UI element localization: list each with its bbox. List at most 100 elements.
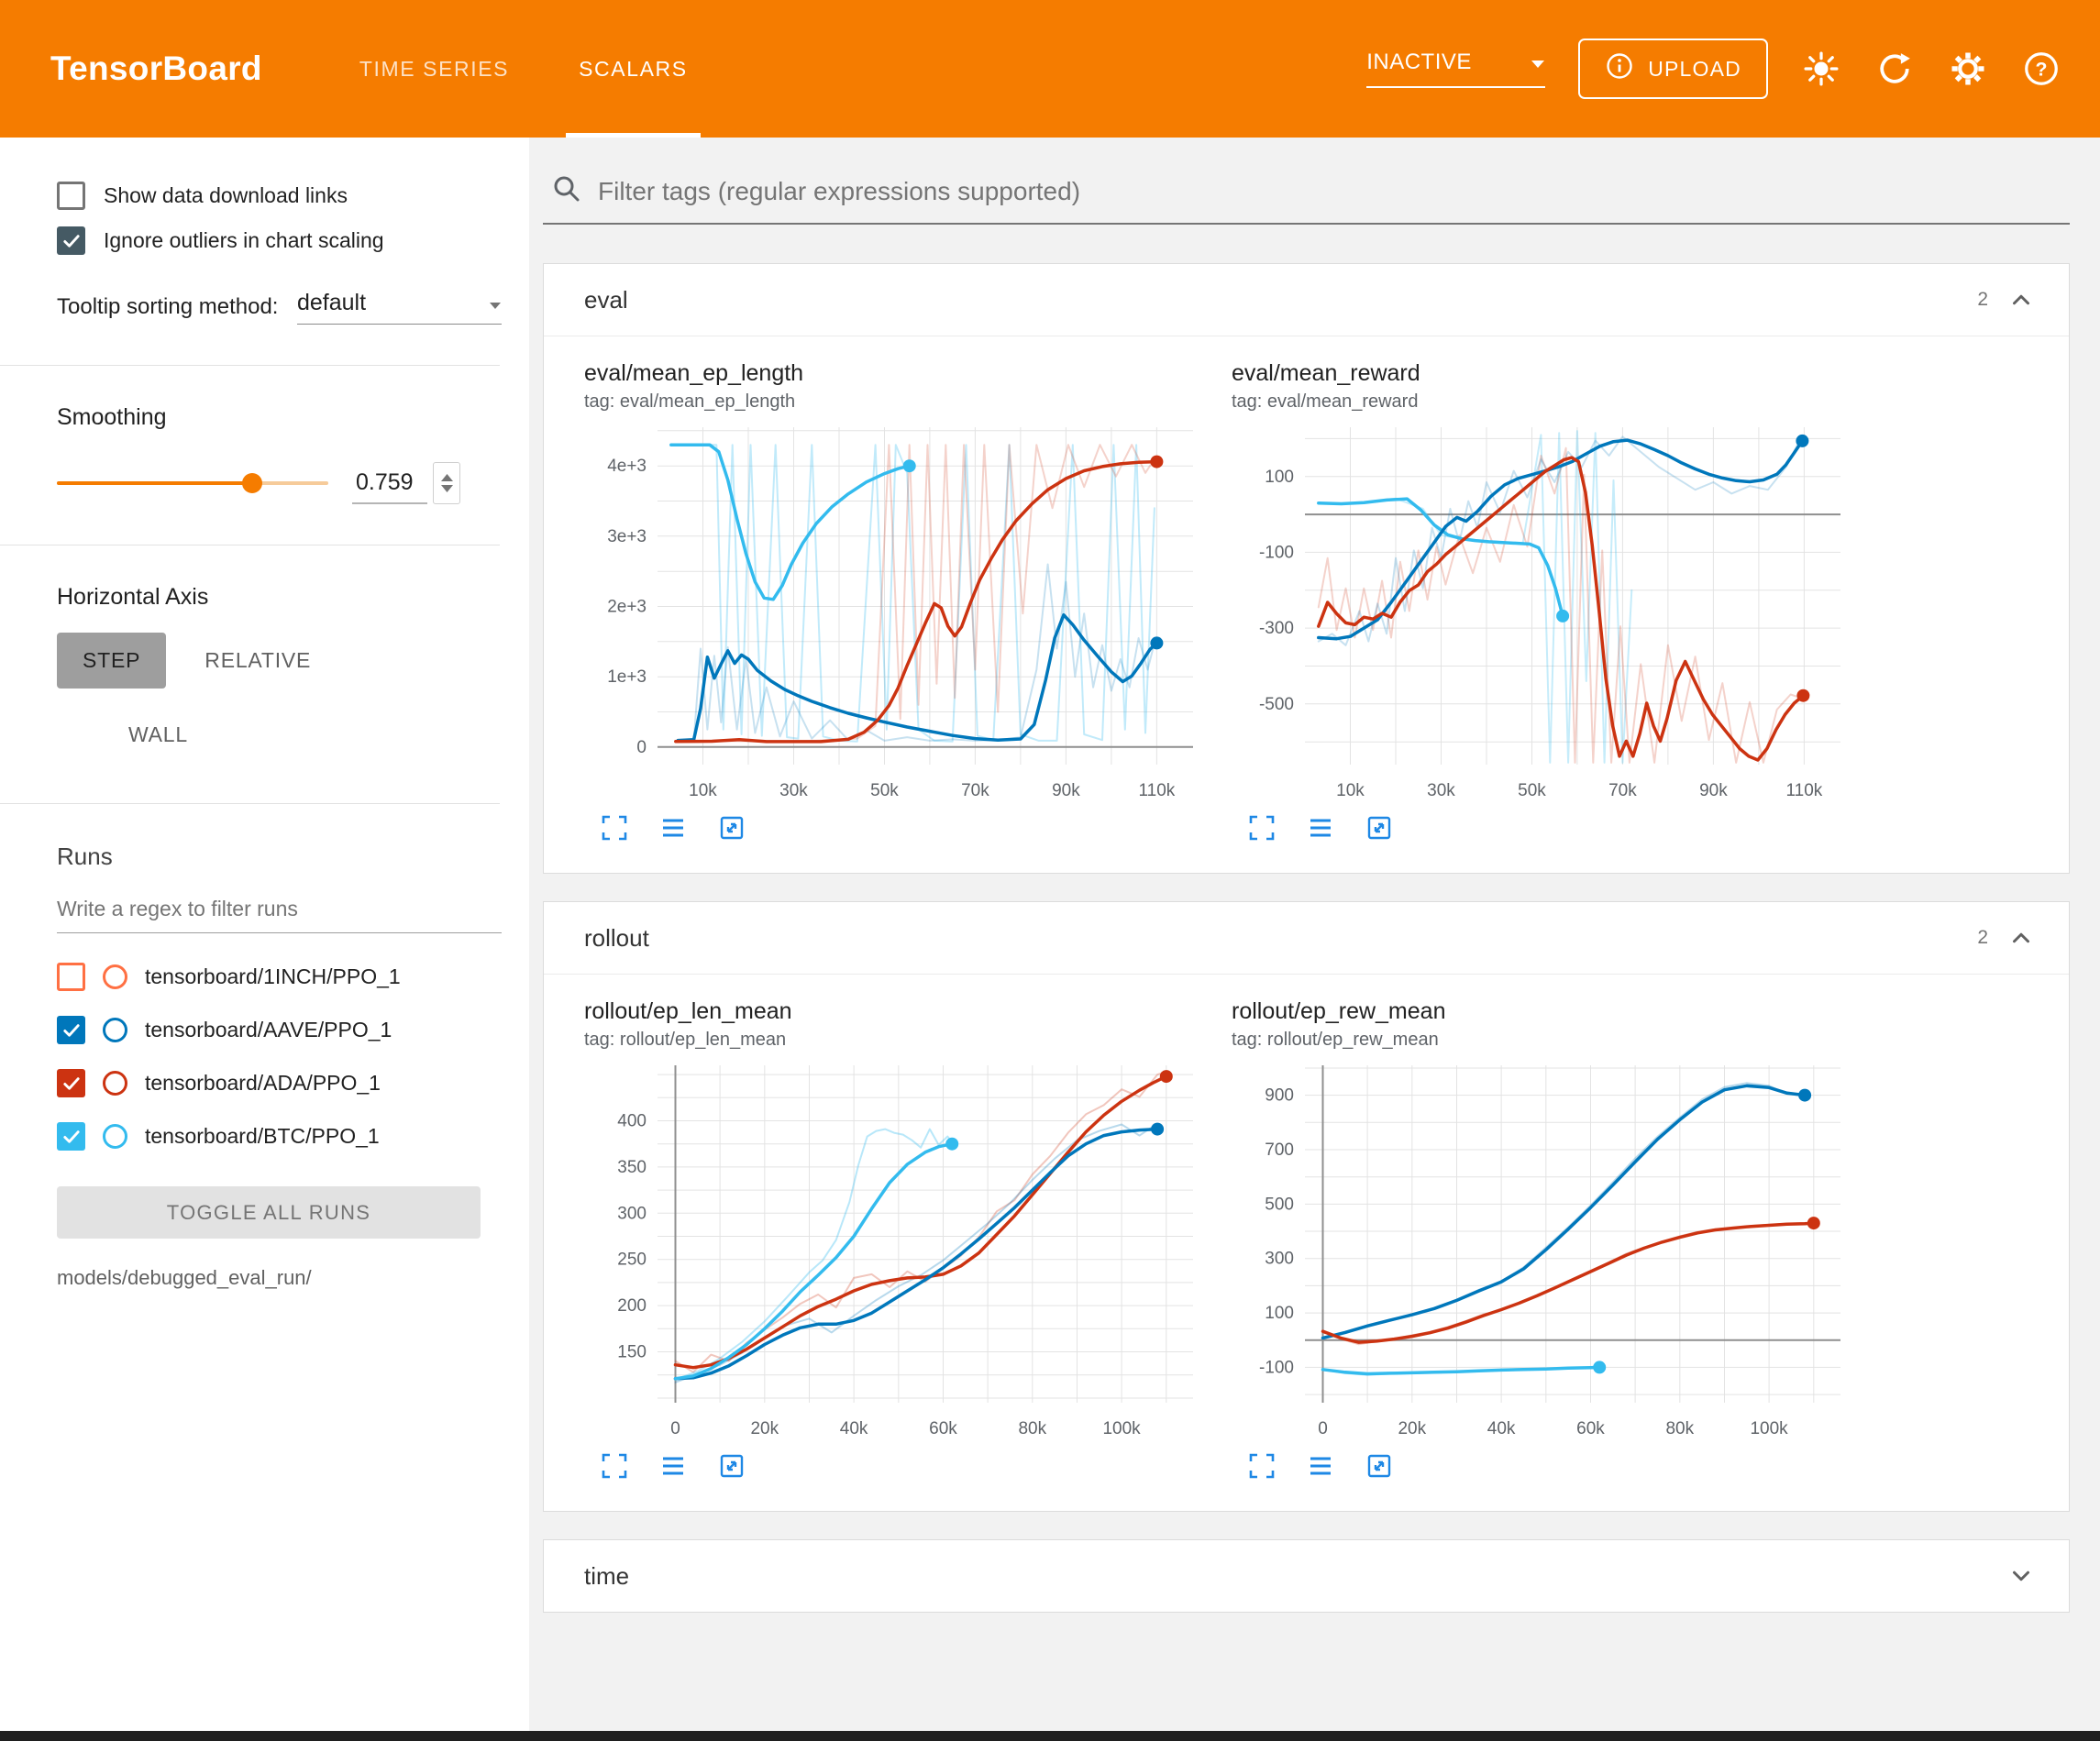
- expand-icon[interactable]: [597, 1449, 632, 1483]
- help-icon[interactable]: ?: [2021, 49, 2061, 89]
- upload-label: UPLOAD: [1648, 57, 1741, 82]
- run-color-radio[interactable]: [103, 964, 127, 989]
- ignore-outliers-checkbox[interactable]: Ignore outliers in chart scaling: [57, 226, 502, 255]
- run-row[interactable]: tensorboard/AAVE/PPO_1: [57, 1003, 502, 1056]
- checkbox-checked-icon[interactable]: [57, 226, 85, 255]
- topbar: TensorBoard TIME SERIES SCALARS INACTIVE…: [0, 0, 2100, 138]
- section-card-eval: eval 2 eval/mean_ep_length tag: eval/mea…: [543, 263, 2070, 874]
- run-color-radio[interactable]: [103, 1018, 127, 1042]
- chart-block-rollout-ep-len-mean: rollout/ep_len_mean tag: rollout/ep_len_…: [584, 998, 1221, 1483]
- svg-text:30k: 30k: [1427, 781, 1455, 800]
- chevron-up-icon[interactable]: [2005, 921, 2038, 954]
- chart-title: rollout/ep_rew_mean: [1232, 998, 1868, 1025]
- main-content: eval 2 eval/mean_ep_length tag: eval/mea…: [529, 138, 2100, 1741]
- runs-filter-input[interactable]: [57, 897, 502, 933]
- smoothing-slider[interactable]: [57, 473, 328, 493]
- slider-thumb[interactable]: [242, 473, 262, 493]
- run-list: tensorboard/1INCH/PPO_1 tensorboard/AAVE/…: [57, 950, 502, 1163]
- chart-toolbar: [1232, 810, 1868, 845]
- runs-base-path: models/debugged_eval_run/: [57, 1266, 502, 1290]
- run-label: tensorboard/ADA/PPO_1: [145, 1071, 381, 1096]
- expand-icon[interactable]: [1244, 1449, 1279, 1483]
- section-rollout-header[interactable]: rollout 2: [544, 902, 2069, 974]
- run-color-radio[interactable]: [103, 1124, 127, 1149]
- checkbox-label: Ignore outliers in chart scaling: [104, 228, 384, 253]
- tooltip-sorting-dropdown[interactable]: default: [297, 290, 502, 325]
- svg-text:500: 500: [1265, 1195, 1294, 1214]
- checkbox-label: Show data download links: [104, 183, 348, 208]
- run-row[interactable]: tensorboard/BTC/PPO_1: [57, 1109, 502, 1163]
- settings-icon[interactable]: [1948, 49, 1988, 89]
- svg-text:4e+3: 4e+3: [607, 457, 647, 476]
- run-checkbox[interactable]: [57, 1069, 85, 1097]
- status-dropdown[interactable]: INACTIVE: [1366, 50, 1545, 88]
- chevron-up-icon[interactable]: [2005, 283, 2038, 316]
- search-icon: [552, 174, 581, 208]
- tag-filter-input[interactable]: [596, 176, 2070, 207]
- fit-domain-icon[interactable]: [1362, 810, 1397, 845]
- run-checkbox[interactable]: [57, 1016, 85, 1044]
- svg-text:100k: 100k: [1750, 1419, 1788, 1438]
- horizontal-axis-label: Horizontal Axis: [57, 584, 502, 611]
- svg-text:-500: -500: [1259, 695, 1294, 714]
- chart-tag: tag: eval/mean_ep_length: [584, 391, 1221, 413]
- svg-text:80k: 80k: [1665, 1419, 1694, 1438]
- chart-canvas[interactable]: 10k30k50k70k90k110k01e+32e+33e+34e+3: [584, 416, 1221, 810]
- divider: [0, 365, 500, 366]
- chart-canvas[interactable]: 020k40k60k80k100k150200250300350400: [584, 1054, 1221, 1449]
- fit-domain-icon[interactable]: [714, 1449, 749, 1483]
- svg-text:30k: 30k: [779, 781, 808, 800]
- fit-domain-icon[interactable]: [1362, 1449, 1397, 1483]
- axis-wall-button[interactable]: WALL: [103, 707, 214, 763]
- svg-text:-100: -100: [1259, 543, 1294, 562]
- svg-text:40k: 40k: [840, 1419, 868, 1438]
- run-row[interactable]: tensorboard/1INCH/PPO_1: [57, 950, 502, 1003]
- topbar-actions: INACTIVE UPLOAD: [1366, 39, 2100, 99]
- tab-scalars[interactable]: SCALARS: [562, 0, 704, 138]
- svg-text:10k: 10k: [1336, 781, 1365, 800]
- number-spinner[interactable]: [433, 462, 460, 504]
- brightness-icon[interactable]: [1801, 49, 1841, 89]
- run-row[interactable]: tensorboard/ADA/PPO_1: [57, 1056, 502, 1109]
- app-title: TensorBoard: [50, 50, 262, 88]
- toggle-all-runs-button[interactable]: TOGGLE ALL RUNS: [57, 1186, 481, 1239]
- axis-relative-button[interactable]: RELATIVE: [179, 633, 337, 689]
- smoothing-value[interactable]: 0.759: [352, 468, 427, 504]
- section-time-header[interactable]: time: [544, 1540, 2069, 1612]
- chart-canvas[interactable]: 020k40k60k80k100k-100100300500700900: [1232, 1054, 1868, 1449]
- chart-toolbar: [584, 1449, 1221, 1483]
- run-checkbox[interactable]: [57, 1122, 85, 1151]
- data-table-icon[interactable]: [1303, 1449, 1338, 1483]
- checkbox-unchecked-icon[interactable]: [57, 182, 85, 210]
- refresh-icon[interactable]: [1874, 49, 1915, 89]
- run-color-radio[interactable]: [103, 1071, 127, 1096]
- upload-button[interactable]: UPLOAD: [1578, 39, 1768, 99]
- expand-icon[interactable]: [597, 810, 632, 845]
- divider: [0, 803, 500, 804]
- tab-time-series[interactable]: TIME SERIES: [343, 0, 525, 138]
- svg-text:3e+3: 3e+3: [607, 527, 647, 546]
- smoothing-value-box[interactable]: 0.759: [352, 462, 460, 504]
- chart-block-eval-mean-reward: eval/mean_reward tag: eval/mean_reward 1…: [1232, 360, 1868, 845]
- section-title: time: [584, 1562, 2005, 1591]
- run-checkbox[interactable]: [57, 963, 85, 991]
- section-eval-header[interactable]: eval 2: [544, 264, 2069, 336]
- axis-step-button[interactable]: STEP: [57, 633, 166, 689]
- svg-text:150: 150: [617, 1343, 647, 1362]
- svg-text:250: 250: [617, 1251, 647, 1270]
- chevron-down-icon: [1531, 50, 1545, 75]
- expand-icon[interactable]: [1244, 810, 1279, 845]
- chevron-down-icon[interactable]: [2005, 1559, 2038, 1592]
- svg-text:100: 100: [1265, 468, 1294, 487]
- run-label: tensorboard/1INCH/PPO_1: [145, 964, 401, 989]
- chart-title: eval/mean_ep_length: [584, 360, 1221, 387]
- data-table-icon[interactable]: [656, 1449, 691, 1483]
- chart-canvas[interactable]: 10k30k50k70k90k110k100-100-300-500: [1232, 416, 1868, 810]
- fit-domain-icon[interactable]: [714, 810, 749, 845]
- data-table-icon[interactable]: [656, 810, 691, 845]
- svg-text:400: 400: [617, 1112, 647, 1131]
- svg-text:50k: 50k: [870, 781, 899, 800]
- show-download-links-checkbox[interactable]: Show data download links: [57, 182, 502, 210]
- data-table-icon[interactable]: [1303, 810, 1338, 845]
- chart-block-eval-mean-ep-length: eval/mean_ep_length tag: eval/mean_ep_le…: [584, 360, 1221, 845]
